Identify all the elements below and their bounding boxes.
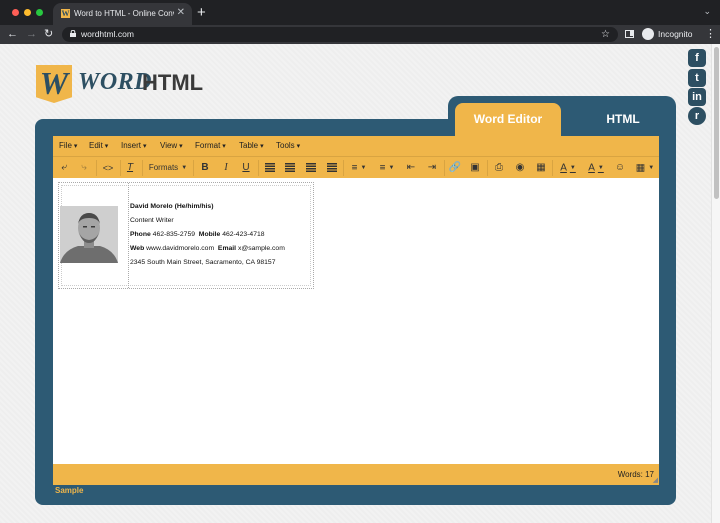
new-tab-button[interactable]: + [197, 4, 206, 21]
sample-link[interactable]: Sample [55, 486, 83, 495]
editor-menubar: File Edit Insert View Format Table Tools [53, 136, 659, 156]
mobile-label: Mobile [198, 231, 221, 238]
email-label: Email [217, 245, 237, 252]
logo-word-text: WORD [78, 69, 153, 95]
highlight-color-icon[interactable]: A ▼ [584, 160, 608, 176]
web-label: Web [130, 245, 145, 252]
side-panel-icon[interactable] [625, 30, 634, 38]
signature-web-line: Web www.davidmorelo.com Email x@sample.c… [130, 245, 285, 252]
toolbar-divider [552, 160, 553, 176]
browser-tab[interactable]: W Word to HTML - Online Conver ✕ [53, 3, 192, 25]
clear-formatting-icon[interactable]: T [123, 160, 137, 176]
profile-photo [60, 206, 118, 263]
emoji-icon[interactable]: ☺ [613, 160, 627, 176]
lock-icon [70, 30, 76, 37]
editor-statusbar: Words: 17 ◢ [53, 464, 659, 485]
align-center-icon[interactable] [285, 163, 295, 172]
toolbar-divider [258, 160, 259, 176]
preview-icon[interactable]: ◉ [513, 160, 527, 176]
mobile-value: 462-423-4718 [222, 231, 265, 238]
menu-view[interactable]: View [160, 136, 183, 157]
reload-icon[interactable]: ↻ [44, 27, 53, 41]
toolbar-divider [343, 160, 344, 176]
browser-menu-icon[interactable]: ⋮ [705, 27, 716, 40]
signature-name: David Morelo (He/him/his) [130, 203, 214, 210]
italic-icon[interactable]: I [219, 160, 233, 176]
toolbar-divider [193, 160, 194, 176]
undo-icon[interactable]: ⤶ [57, 160, 71, 176]
tab-title: Word to HTML - Online Conver [74, 9, 174, 18]
tab-close-icon[interactable]: ✕ [177, 7, 185, 18]
tab-html[interactable]: HTML [570, 103, 676, 133]
outdent-icon[interactable]: ⇤ [404, 160, 418, 176]
text-color-icon[interactable]: A ▼ [556, 160, 580, 176]
media-icon[interactable]: ▦ [534, 160, 548, 176]
editor-toolbar: ⤶ ⤷ <> T Formats ▼ B I U ≡ ▼ ≡ ▼ ⇤ ⇥ 🔗 ▣ ⎙ … [53, 156, 659, 178]
menu-edit[interactable]: Edit [89, 136, 108, 157]
indent-icon[interactable]: ⇥ [425, 160, 439, 176]
url-text: wordhtml.com [81, 29, 134, 39]
phone-label: Phone [130, 231, 151, 238]
bold-icon[interactable]: B [198, 160, 212, 176]
incognito-label: Incognito [658, 29, 693, 39]
maximize-window-button[interactable] [36, 9, 43, 16]
word-count: Words: 17 [617, 470, 654, 479]
bookmark-star-icon[interactable]: ☆ [601, 28, 610, 41]
redo-icon[interactable]: ⤷ [77, 160, 91, 176]
logo-badge: W [36, 65, 72, 103]
align-left-icon[interactable] [265, 163, 275, 172]
facebook-icon[interactable]: f [688, 49, 706, 67]
minimize-window-button[interactable] [24, 9, 31, 16]
numbered-list-icon[interactable]: ≡ ▼ [375, 160, 399, 176]
menu-format[interactable]: Format [195, 136, 226, 157]
signature-column-divider [128, 183, 129, 288]
resize-handle-icon[interactable]: ◢ [653, 476, 658, 484]
bullet-list-icon[interactable]: ≡ ▼ [347, 160, 371, 176]
menu-file[interactable]: File [59, 136, 77, 157]
toolbar-divider [96, 160, 97, 176]
favicon-icon: W [61, 9, 70, 18]
menu-tools[interactable]: Tools [276, 136, 300, 157]
forward-icon[interactable]: → [26, 27, 37, 41]
tab-search-icon[interactable]: ⌄ [703, 6, 711, 17]
toolbar-divider [120, 160, 121, 176]
justify-icon[interactable] [327, 163, 337, 172]
phone-value: 462-835-2759 [152, 231, 195, 238]
image-icon[interactable]: ▣ [468, 160, 482, 176]
menu-table[interactable]: Table [239, 136, 264, 157]
twitter-icon[interactable]: t [688, 69, 706, 87]
signature-phone-line: Phone 462-835-2759 Mobile 462-423-4718 [130, 231, 265, 238]
table-icon[interactable]: ▦ ▼ [634, 160, 656, 176]
signature-title: Content Writer [130, 217, 174, 224]
incognito-icon [642, 28, 654, 40]
email-value: x@sample.com [237, 245, 285, 252]
back-icon[interactable]: ← [7, 27, 18, 41]
formats-dropdown[interactable]: Formats ▼ [146, 160, 190, 176]
linkedin-icon[interactable]: in [688, 88, 706, 106]
align-right-icon[interactable] [306, 163, 316, 172]
web-value: www.davidmorelo.com [146, 245, 215, 252]
toolbar-divider [142, 160, 143, 176]
close-window-button[interactable] [12, 9, 19, 16]
address-bar[interactable]: wordhtml.com ☆ [62, 27, 618, 42]
toolbar-divider [444, 160, 445, 176]
browser-tabstrip: W Word to HTML - Online Conver ✕ + ⌄ [0, 0, 720, 25]
scrollbar-thumb[interactable] [714, 47, 719, 199]
link-icon[interactable]: 🔗 [448, 160, 462, 176]
page-scrollbar[interactable] [711, 44, 720, 523]
reddit-icon[interactable]: r [688, 107, 706, 125]
formats-label: Formats [148, 163, 179, 173]
signature-address: 2345 South Main Street, Sacramento, CA 9… [130, 259, 276, 266]
underline-icon[interactable]: U [239, 160, 253, 176]
source-code-icon[interactable]: <> [100, 160, 116, 176]
toolbar-divider [487, 160, 488, 176]
tab-word-editor[interactable]: Word Editor [455, 103, 561, 137]
logo-html-text: HTML [142, 70, 204, 95]
print-icon[interactable]: ⎙ [492, 160, 506, 176]
browser-toolbar: ← → ↻ wordhtml.com ☆ Incognito ⋮ [0, 25, 720, 44]
menu-insert[interactable]: Insert [121, 136, 146, 157]
